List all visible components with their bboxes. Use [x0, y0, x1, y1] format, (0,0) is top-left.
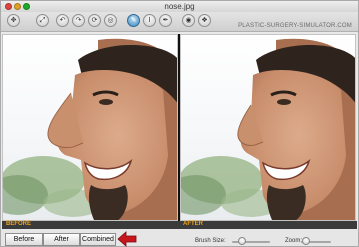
warp-brush-icon: ✎	[130, 17, 137, 24]
move-icon: ✥	[10, 17, 17, 24]
before-view-button[interactable]: Before	[5, 233, 43, 246]
text-tool-button[interactable]: Ⅰ	[143, 14, 156, 27]
camera-tool-button[interactable]: ◉	[182, 14, 195, 27]
redo-tool-button[interactable]: ↷	[72, 14, 85, 27]
title-bar: nose.jpg	[1, 1, 358, 12]
camera-icon: ◉	[185, 17, 192, 24]
undo-tool-button[interactable]: ↶	[56, 14, 69, 27]
scan-icon: ❖	[201, 17, 208, 24]
before-image-panel[interactable]	[2, 34, 178, 221]
app-window: nose.jpg ✥ ⤢ ⤡ ↶ ↷ ⟳ ◎ ✎ Ⅰ ✒ ◉ ❖ PLASTIC…	[0, 0, 359, 247]
pen-icon: ✒	[162, 17, 169, 24]
after-view-button[interactable]: After	[43, 233, 80, 246]
reshape-tool-button[interactable]: ◎	[104, 14, 117, 27]
brush-size-label: Brush Size:	[195, 238, 226, 244]
zoom-label: Zoom:	[285, 238, 303, 244]
warp-brush-tool-button[interactable]: ✎	[127, 14, 140, 27]
combined-view-button[interactable]: Combined	[80, 233, 116, 246]
zoom-slider-handle[interactable]	[302, 237, 310, 245]
after-face-photo	[181, 35, 355, 220]
expand-icon: ⤡	[22, 17, 28, 24]
pen-tool-button[interactable]: ✒	[159, 14, 172, 27]
text-icon: Ⅰ	[148, 17, 151, 24]
rotate-icon: ⟳	[91, 17, 98, 24]
after-image-panel[interactable]	[180, 34, 356, 221]
view-label-strip: BEFORE AFTER	[2, 221, 357, 229]
undo-icon: ↶	[59, 17, 66, 24]
scan-tool-button[interactable]: ❖	[198, 14, 211, 27]
fit-icon: ⤢	[39, 17, 46, 24]
toolbar: ✥ ⤢ ⤡ ↶ ↷ ⟳ ◎ ✎ Ⅰ ✒ ◉ ❖ PLASTIC-SURGERY-…	[1, 12, 358, 32]
after-label: AFTER	[183, 221, 203, 227]
brush-size-slider-handle[interactable]	[238, 237, 246, 245]
rotate-tool-button[interactable]: ⟳	[88, 14, 101, 27]
window-title: nose.jpg	[164, 2, 195, 11]
reshape-icon: ◎	[107, 17, 114, 24]
bottom-bar: Before After Combined Brush Size: Zoom:	[1, 229, 358, 247]
brand-url: PLASTIC-SURGERY-SIMULATOR.COM	[238, 23, 352, 29]
before-label: BEFORE	[6, 221, 32, 227]
redo-icon: ↷	[75, 17, 82, 24]
before-face-photo	[3, 35, 177, 220]
fit-tool-button[interactable]: ⤢	[36, 14, 49, 27]
red-arrow-icon	[117, 231, 137, 247]
